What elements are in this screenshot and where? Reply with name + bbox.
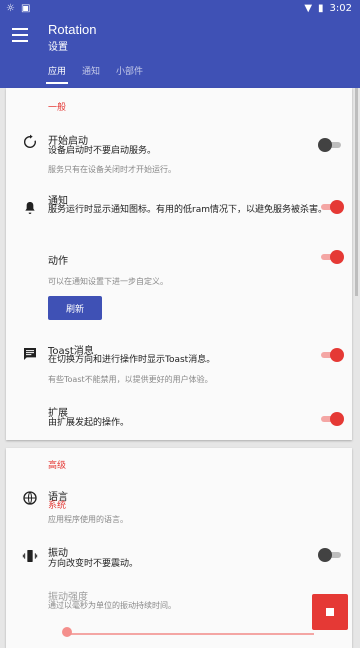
ext-toggle[interactable]	[318, 412, 344, 426]
toast-hint: 有些Toast不能禁用，以提供更好的用户体验。	[48, 375, 213, 384]
vibint-hint: 通过以毫秒为单位的振动持续时间。	[48, 601, 176, 610]
action-title: 动作	[48, 256, 68, 267]
ext-desc: 由扩展发起的操作。	[48, 418, 130, 428]
tab-apply[interactable]: 应用	[48, 64, 66, 77]
section-general: 一般	[48, 103, 67, 113]
tab-bar: 应用 通知 小部件	[0, 64, 360, 88]
stop-icon	[326, 608, 334, 616]
status-time: 3:02	[329, 2, 352, 14]
globe-icon	[22, 490, 38, 506]
status-bar: ☼ ▣ ▼ ▮ 3:02	[0, 0, 360, 16]
battery-icon: ▮	[318, 2, 324, 14]
action-toggle[interactable]	[318, 250, 344, 264]
app-bar: Rotation 设置 应用 通知 小部件	[0, 16, 360, 88]
start-toggle[interactable]	[318, 138, 344, 152]
start-desc: 设备启动时不要启动服务。	[48, 146, 157, 156]
notify-desc: 服务运行时显示通知图标。有用的低ram情况下，以避免服务被杀害。	[48, 205, 327, 215]
advanced-card: 高级 语言 系统 应用程序使用的语言。 振动 方向改变时不要震动。 振动强度 通…	[6, 448, 352, 648]
restart-icon	[22, 134, 38, 150]
wifi-icon: ▼	[304, 2, 313, 14]
section-advanced: 高级	[48, 461, 67, 471]
refresh-button[interactable]: 刷新	[48, 296, 102, 320]
tab-notifications[interactable]: 通知	[82, 64, 100, 77]
general-card: 一般 开始启动 设备启动时不要启动服务。 服务只有在设备关闭时才开始运行。 通知…	[6, 88, 352, 440]
vibration-slider-knob[interactable]	[62, 627, 72, 637]
toast-desc: 在切换方向和进行操作时显示Toast消息。	[48, 355, 216, 365]
stop-button[interactable]	[312, 594, 348, 630]
vib-title: 振动	[48, 548, 68, 559]
vib-toggle[interactable]	[318, 548, 344, 562]
tab-indicator	[46, 82, 68, 84]
scrollbar[interactable]	[355, 88, 358, 296]
vib-desc: 方向改变时不要震动。	[48, 559, 139, 569]
toast-toggle[interactable]	[318, 348, 344, 362]
bell-icon	[22, 200, 38, 216]
start-hint: 服务只有在设备关闭时才开始运行。	[48, 165, 176, 174]
menu-icon[interactable]	[12, 28, 28, 42]
notify-toggle[interactable]	[318, 200, 344, 214]
message-icon	[22, 346, 38, 362]
bug-icon: ☼	[6, 2, 15, 14]
tab-widgets[interactable]: 小部件	[116, 64, 143, 77]
vibration-slider-track[interactable]	[64, 633, 314, 635]
vibration-icon	[22, 548, 38, 564]
app-subtitle: 设置	[48, 42, 68, 53]
notification-a-icon: ▣	[20, 2, 31, 14]
action-hint: 可以在通知设置下进一步自定义。	[48, 277, 168, 286]
app-title: Rotation	[48, 22, 97, 37]
lang-value[interactable]: 系统	[48, 500, 328, 512]
lang-hint: 应用程序使用的语言。	[48, 515, 128, 524]
